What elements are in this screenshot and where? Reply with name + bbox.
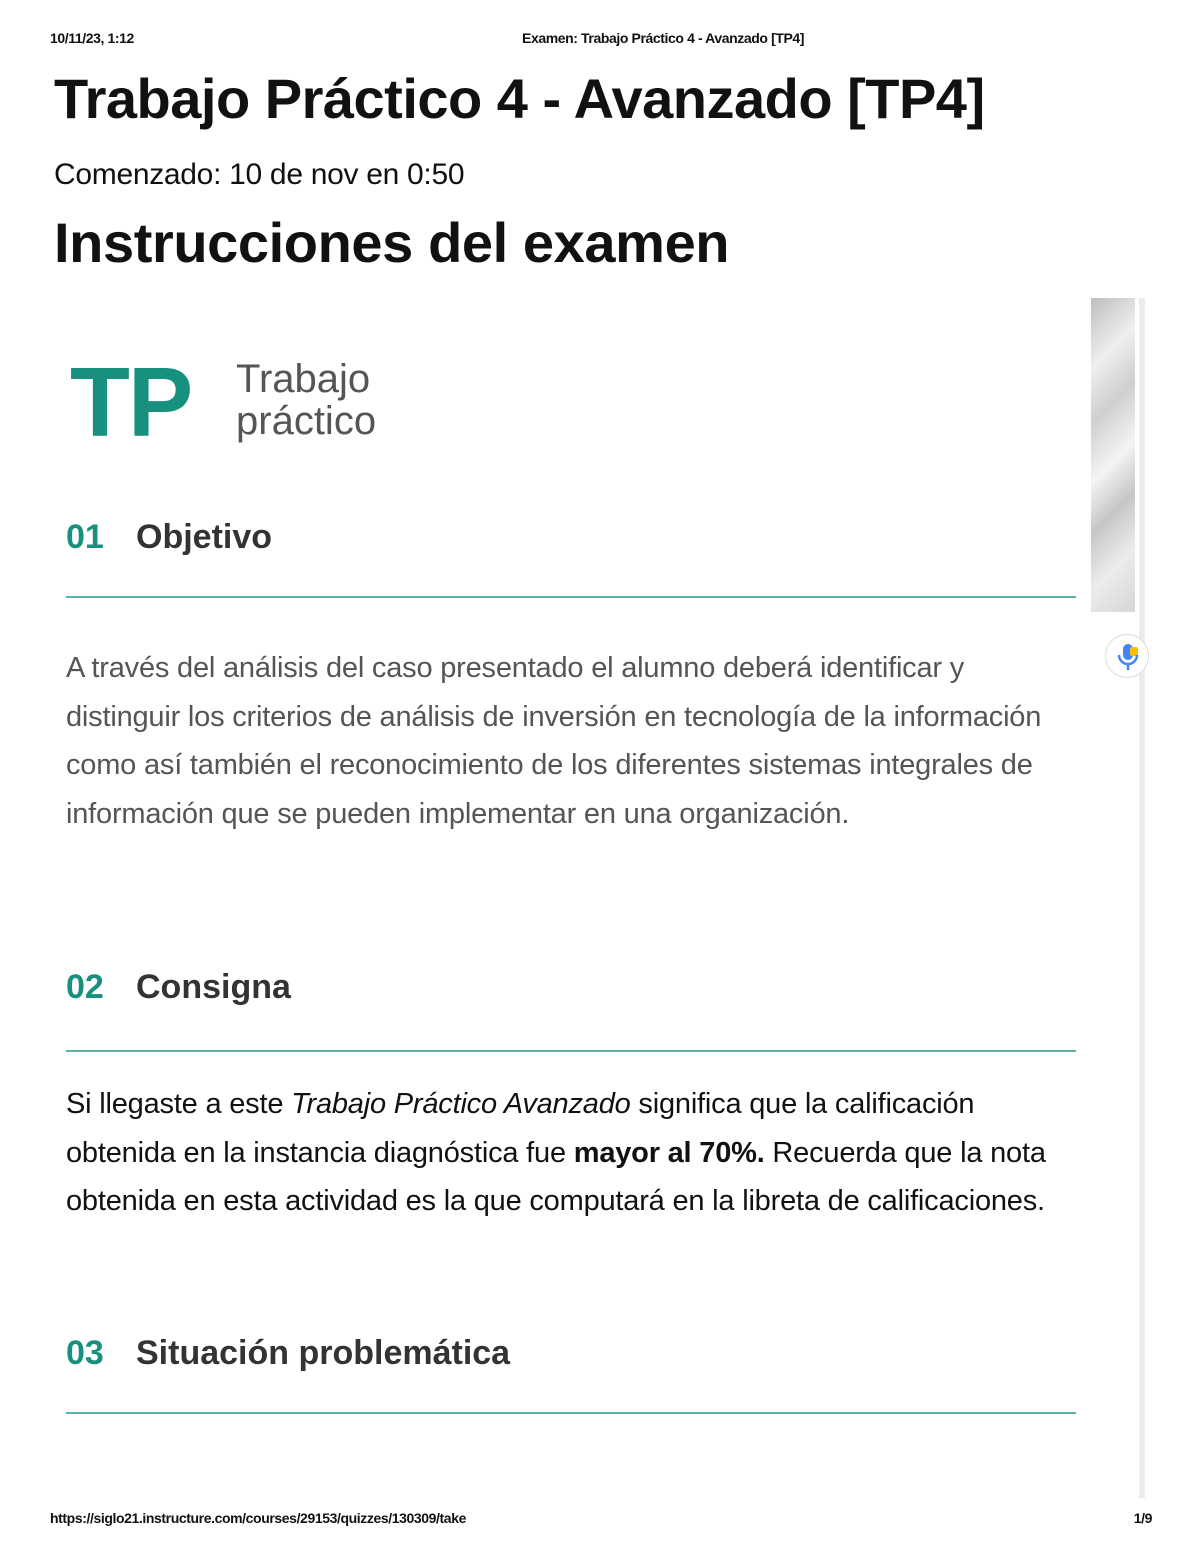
- section-number: 03: [66, 1334, 104, 1372]
- print-url: https://siglo21.instructure.com/courses/…: [50, 1510, 466, 1526]
- section-number: 01: [66, 518, 104, 556]
- started-timestamp: Comenzado: 10 de nov en 0:50: [54, 158, 465, 191]
- print-page-number: 1/9: [1133, 1510, 1153, 1526]
- tp-logo-line2: práctico: [236, 399, 377, 443]
- microphone-icon: [1117, 644, 1139, 670]
- scrollbar-track[interactable]: [1139, 298, 1145, 1498]
- section-number: 02: [66, 968, 104, 1006]
- consigna-text: Si llegaste a este Trabajo Práctico Avan…: [66, 1080, 1076, 1226]
- print-footer: https://siglo21.instructure.com/courses/…: [50, 1510, 1152, 1530]
- section-title: Situación problemática: [136, 1334, 511, 1372]
- quiz-title: Trabajo Práctico 4 - Avanzado [TP4]: [54, 67, 985, 130]
- tp-logo-mark: TP: [70, 347, 193, 457]
- section-title: Consigna: [136, 968, 291, 1006]
- consigna-text-part: Si llegaste a este: [66, 1088, 292, 1120]
- consigna-text-italic: Trabajo Práctico Avanzado: [291, 1088, 631, 1120]
- tp-logo-line1: Trabajo: [236, 357, 371, 401]
- tp-logo: TP Trabajo práctico: [70, 352, 470, 452]
- section-title: Objetivo: [136, 518, 273, 556]
- print-doc-title: Examen: Trabajo Práctico 4 - Avanzado [T…: [522, 30, 805, 46]
- section-divider: [66, 596, 1076, 598]
- print-header: 10/11/23, 1:12 Examen: Trabajo Práctico …: [50, 30, 1152, 50]
- consigna-text-bold: mayor al 70%.: [573, 1136, 765, 1169]
- instructions-heading: Instrucciones del examen: [54, 211, 730, 274]
- section-divider: [66, 1412, 1076, 1414]
- decorative-side-image: [1091, 298, 1135, 612]
- section-divider: [66, 1050, 1076, 1052]
- objetivo-text: A través del análisis del caso presentad…: [66, 652, 1042, 830]
- print-date: 10/11/23, 1:12: [50, 30, 134, 46]
- voice-input-button[interactable]: [1105, 634, 1149, 678]
- tp-logo-text: Trabajo práctico: [236, 358, 376, 442]
